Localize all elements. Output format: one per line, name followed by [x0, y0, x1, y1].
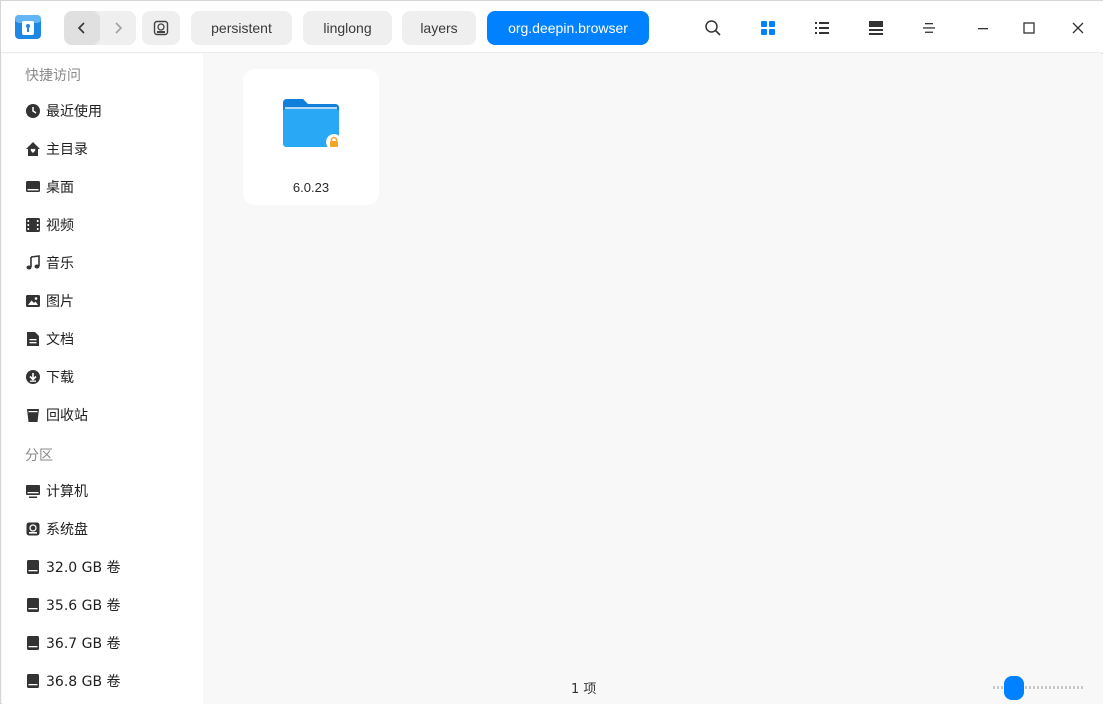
sidebar-item-label: 最近使用	[46, 104, 102, 120]
picture-icon	[24, 292, 42, 310]
list-view-icon	[815, 22, 829, 34]
sidebar-item-downloads[interactable]: 下载	[2, 360, 203, 394]
close-button[interactable]	[1063, 13, 1093, 43]
drive-icon	[24, 634, 42, 652]
navigation-buttons	[64, 11, 136, 45]
sidebar-item-label: 音乐	[46, 256, 74, 272]
breadcrumb-linglong[interactable]: linglong	[303, 11, 392, 45]
list-view-button[interactable]	[807, 13, 837, 43]
sidebar-item-label: 主目录	[46, 142, 88, 158]
computer-icon	[24, 482, 42, 500]
video-icon	[24, 216, 42, 234]
drive-icon	[24, 558, 42, 576]
title-bar: persistent linglong layers org.deepin.br…	[1, 1, 1103, 53]
sidebar-item-label: 系统盘	[46, 522, 88, 538]
sidebar-item-videos[interactable]: 视频	[2, 208, 203, 242]
file-manager-window: persistent linglong layers org.deepin.br…	[0, 0, 1103, 704]
sidebar-item-music[interactable]: 音乐	[2, 246, 203, 280]
maximize-button[interactable]	[1014, 13, 1044, 43]
sidebar-item-computer[interactable]: 计算机	[2, 474, 203, 508]
quick-access-title: 快捷访问	[25, 68, 81, 84]
breadcrumb-org-deepin-browser[interactable]: org.deepin.browser	[487, 11, 649, 45]
detail-view-icon	[869, 21, 883, 35]
home-icon	[24, 140, 42, 158]
disk-root-button[interactable]	[142, 11, 180, 45]
item-count-status: 1 项	[571, 682, 597, 697]
trash-icon	[24, 406, 42, 424]
icon-view-button[interactable]	[753, 13, 783, 43]
breadcrumb-persistent[interactable]: persistent	[191, 11, 292, 45]
sidebar: 快捷访问 最近使用 主目录 桌面 视频 音乐 图片 文档 下载 回收站 分区 计…	[2, 54, 203, 704]
sidebar-item-label: 36.8 GB 卷	[46, 674, 121, 690]
sidebar-item-volume-32[interactable]: 32.0 GB 卷	[2, 550, 203, 584]
music-icon	[24, 254, 42, 272]
system-disk-icon	[24, 520, 42, 538]
back-button[interactable]	[64, 11, 100, 45]
minimize-icon	[978, 28, 988, 30]
search-icon	[705, 20, 721, 36]
download-icon	[24, 368, 42, 386]
document-icon	[24, 330, 42, 348]
sidebar-item-label: 回收站	[46, 408, 88, 424]
sidebar-item-label: 计算机	[46, 484, 88, 500]
drive-icon	[24, 596, 42, 614]
file-name: 6.0.23	[292, 180, 330, 195]
sidebar-item-volume-36-8[interactable]: 36.8 GB 卷	[2, 664, 203, 698]
file-manager-logo-icon[interactable]	[13, 12, 43, 42]
slider-handle[interactable]	[1004, 676, 1024, 700]
search-button[interactable]	[698, 13, 728, 43]
file-item[interactable]: 6.0.23	[243, 69, 379, 205]
sidebar-item-label: 桌面	[46, 180, 74, 196]
forward-button[interactable]	[100, 11, 136, 45]
sidebar-item-label: 32.0 GB 卷	[46, 560, 121, 576]
detail-view-button[interactable]	[861, 13, 891, 43]
sidebar-item-label: 视频	[46, 218, 74, 234]
chevron-right-icon	[115, 22, 123, 34]
partitions-title: 分区	[25, 448, 53, 464]
sidebar-item-pictures[interactable]: 图片	[2, 284, 203, 318]
sidebar-item-system-disk[interactable]: 系统盘	[2, 512, 203, 546]
main-menu-button[interactable]	[914, 13, 944, 43]
close-icon	[1072, 22, 1084, 34]
hamburger-menu-icon	[923, 23, 935, 33]
sidebar-item-recent[interactable]: 最近使用	[2, 94, 203, 128]
desktop-icon	[24, 178, 42, 196]
sidebar-item-label: 文档	[46, 332, 74, 348]
clock-icon	[24, 102, 42, 120]
grid-view-icon	[761, 21, 775, 35]
sidebar-item-desktop[interactable]: 桌面	[2, 170, 203, 204]
sidebar-item-documents[interactable]: 文档	[2, 322, 203, 356]
breadcrumb-layers[interactable]: layers	[402, 11, 476, 45]
sidebar-item-label: 下载	[46, 370, 74, 386]
locked-folder-icon	[283, 99, 342, 150]
drive-icon	[24, 672, 42, 690]
sidebar-item-label: 图片	[46, 294, 74, 310]
minimize-button[interactable]	[968, 13, 998, 43]
maximize-icon	[1023, 22, 1035, 34]
disk-icon	[153, 20, 169, 36]
sidebar-item-volume-35[interactable]: 35.6 GB 卷	[2, 588, 203, 622]
chevron-left-icon	[77, 22, 85, 34]
icon-size-slider[interactable]	[993, 675, 1085, 700]
file-view: 6.0.23 1 项	[203, 54, 1103, 704]
sidebar-item-label: 35.6 GB 卷	[46, 598, 121, 614]
sidebar-item-volume-36-7[interactable]: 36.7 GB 卷	[2, 626, 203, 660]
sidebar-item-trash[interactable]: 回收站	[2, 398, 203, 432]
sidebar-item-home[interactable]: 主目录	[2, 132, 203, 166]
sidebar-item-label: 36.7 GB 卷	[46, 636, 121, 652]
